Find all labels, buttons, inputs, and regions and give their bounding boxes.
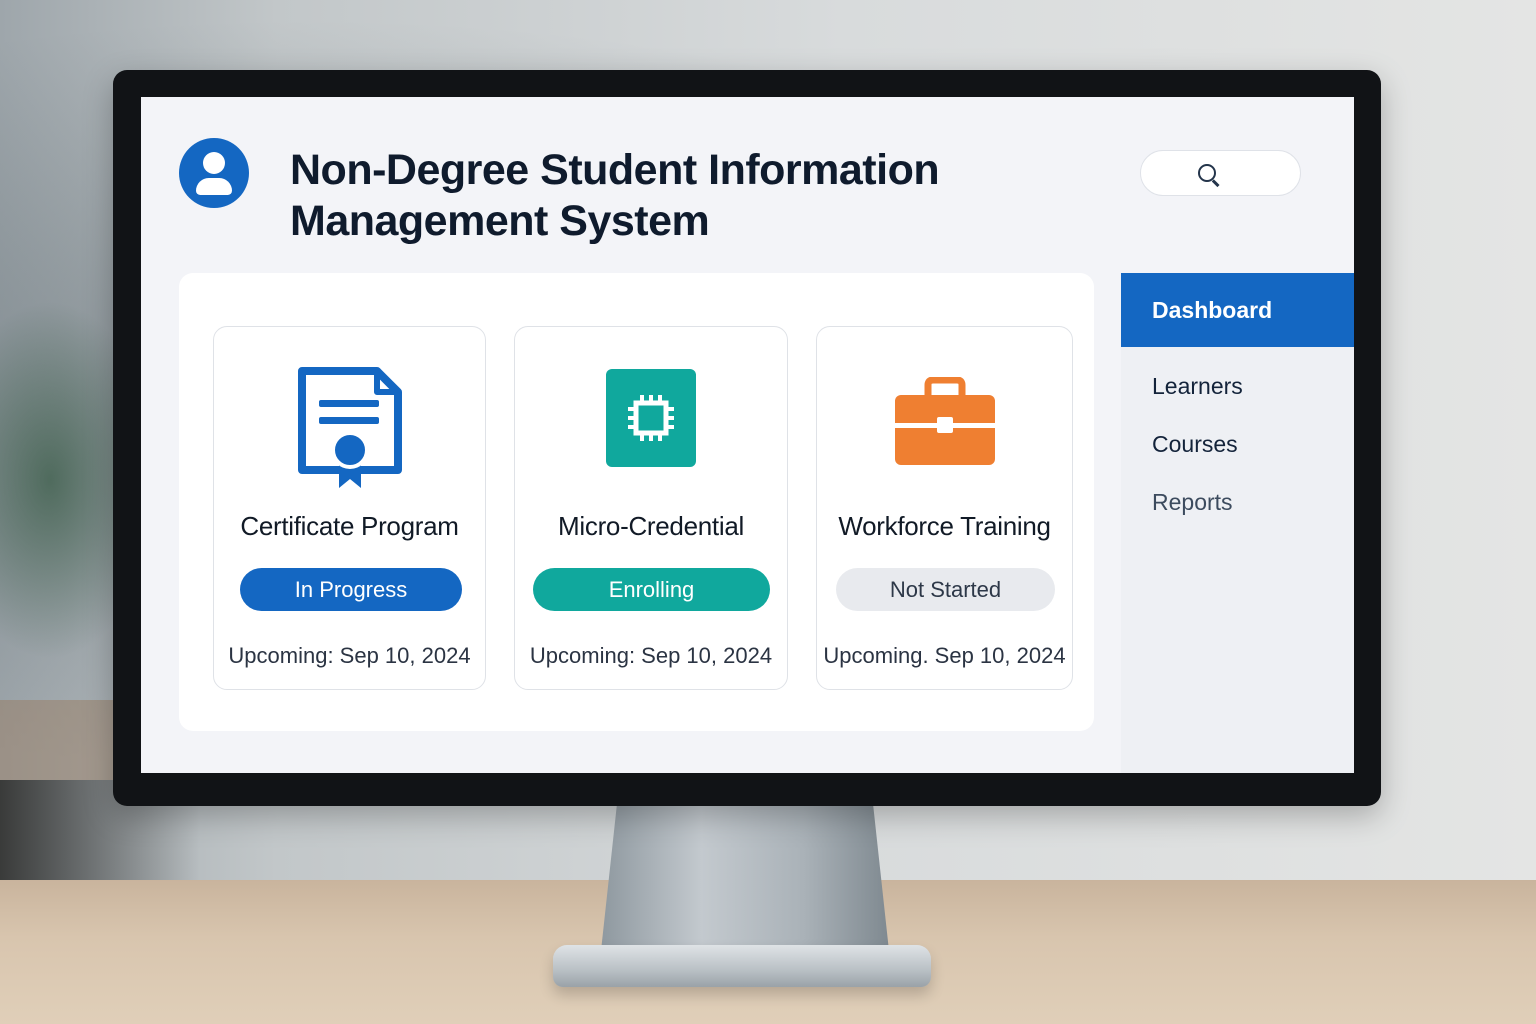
search-icon-handle: [1212, 179, 1220, 187]
upcoming-date: Upcoming: Sep 10, 2024: [228, 643, 471, 668]
program-title: Micro-Credential: [558, 511, 744, 541]
monitor-stand-base: [553, 945, 931, 987]
program-title: Workforce Training: [838, 511, 1051, 541]
monitor-stand-neck: [600, 800, 890, 960]
app-screen: Non-Degree Student Information Managemen…: [141, 97, 1354, 773]
program-card-micro-credential[interactable]: Micro-Credential Enrolling Upcoming: Sep…: [514, 326, 788, 690]
status-badge: In Progress: [240, 568, 462, 611]
upcoming-date: Upcoming: Sep 10, 2024: [529, 643, 773, 668]
chip-icon: [606, 369, 696, 467]
search-button[interactable]: [1140, 150, 1301, 196]
program-title: Certificate Program: [240, 511, 459, 541]
certificate-icon: [297, 367, 402, 488]
sidebar-nav: Dashboard Learners Courses Reports: [1121, 273, 1354, 773]
page-title: Non-Degree Student Information Managemen…: [290, 146, 940, 245]
program-card-workforce[interactable]: Workforce Training Not Started Upcoming.…: [816, 326, 1073, 690]
avatar-head: [203, 152, 225, 174]
briefcase-icon: [894, 377, 995, 465]
program-card-certificate[interactable]: Certificate Program In Progress Upcoming…: [213, 326, 486, 690]
status-badge: Enrolling: [533, 568, 770, 611]
avatar-shoulders: [196, 178, 232, 195]
sidebar-item-dashboard[interactable]: Dashboard: [1121, 273, 1354, 347]
user-avatar-icon[interactable]: [179, 138, 249, 208]
upcoming-date: Upcoming. Sep 10, 2024: [823, 643, 1066, 668]
sidebar-item-reports[interactable]: Reports: [1121, 465, 1354, 539]
programs-panel: Certificate Program In Progress Upcoming…: [179, 273, 1094, 731]
status-badge: Not Started: [836, 568, 1055, 611]
